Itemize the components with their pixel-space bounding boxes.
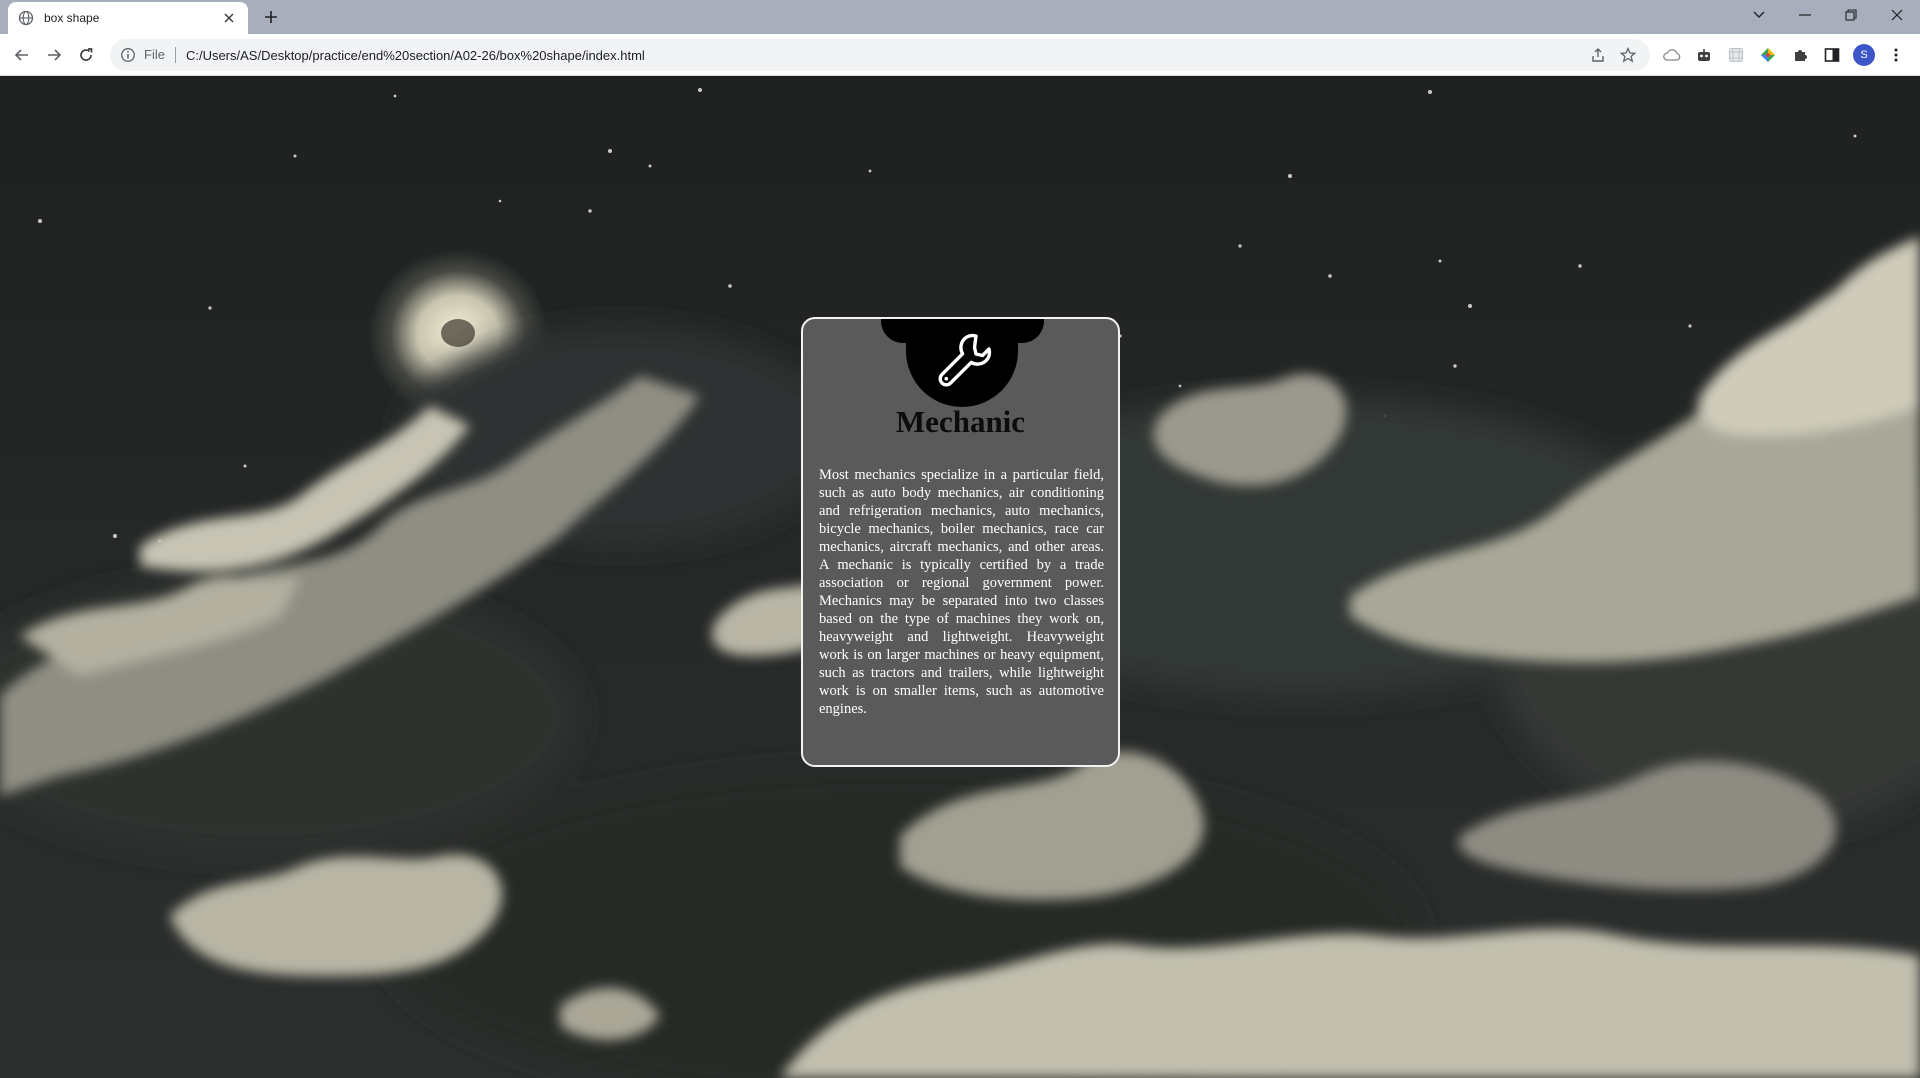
card-title: Mechanic — [895, 404, 1026, 439]
minimize-icon[interactable] — [1782, 0, 1828, 30]
page-viewport: Mechanic Most mechanics specialize in a … — [0, 76, 1920, 1078]
browser-tab[interactable]: box shape — [8, 2, 248, 34]
forward-icon[interactable] — [42, 43, 66, 67]
grid-extension-icon[interactable] — [1724, 43, 1748, 67]
restore-icon[interactable] — [1828, 0, 1874, 30]
menu-kebab-icon[interactable] — [1884, 43, 1908, 67]
new-tab-button[interactable] — [260, 6, 282, 28]
share-icon[interactable] — [1588, 45, 1608, 65]
browser-toolbar: File C:/Users/AS/Desktop/practice/end%20… — [0, 34, 1920, 76]
icon-badge — [906, 319, 1018, 407]
robot-extension-icon[interactable] — [1692, 43, 1716, 67]
card-description: Most mechanics specialize in a particula… — [819, 467, 1104, 717]
info-icon[interactable] — [120, 47, 136, 63]
url-text[interactable]: C:/Users/AS/Desktop/practice/end%20secti… — [186, 48, 1588, 63]
close-icon[interactable] — [220, 9, 238, 27]
side-panel-icon[interactable] — [1820, 43, 1844, 67]
tab-search-icon[interactable] — [1736, 0, 1782, 30]
colorful-extension-icon[interactable] — [1756, 43, 1780, 67]
extensions-area: S — [1660, 43, 1908, 67]
mechanic-card: Mechanic Most mechanics specialize in a … — [801, 317, 1120, 767]
moon — [441, 319, 475, 347]
address-bar[interactable]: File C:/Users/AS/Desktop/practice/end%20… — [110, 39, 1650, 71]
puzzle-extensions-icon[interactable] — [1788, 43, 1812, 67]
globe-icon — [18, 10, 34, 26]
tab-strip: box shape — [0, 0, 1920, 34]
window-controls — [1736, 0, 1920, 34]
cloud-extension-icon[interactable] — [1660, 43, 1684, 67]
window-close-icon[interactable] — [1874, 0, 1920, 30]
tab-title: box shape — [44, 11, 100, 25]
profile-avatar[interactable]: S — [1852, 43, 1876, 67]
reload-icon[interactable] — [74, 43, 98, 67]
wrench-icon — [932, 330, 992, 395]
bookmark-star-icon[interactable] — [1618, 45, 1638, 65]
profile-initial: S — [1853, 44, 1875, 66]
back-icon[interactable] — [10, 43, 34, 67]
scheme-chip: File — [144, 47, 176, 63]
